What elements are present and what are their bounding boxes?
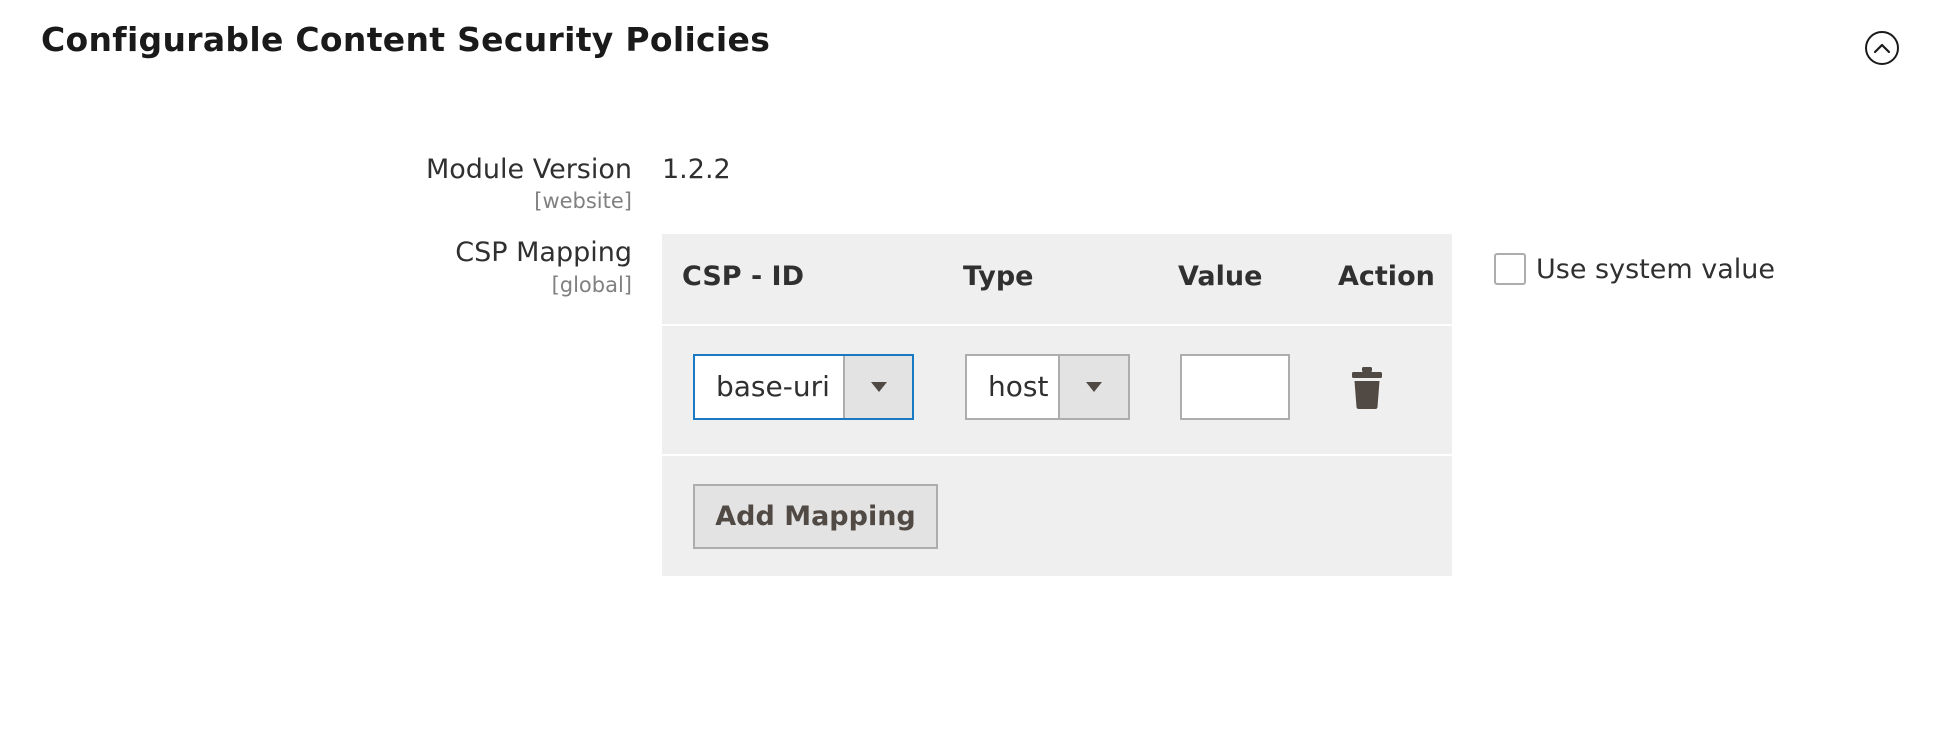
value-input[interactable]: [1180, 354, 1290, 420]
add-mapping-button[interactable]: Add Mapping: [693, 484, 938, 549]
use-system-value-checkbox[interactable]: [1494, 253, 1526, 285]
use-system-value-toggle[interactable]: Use system value: [1494, 253, 1775, 285]
use-system-value-label: Use system value: [1536, 253, 1775, 285]
grid-header-row: CSP - ID Type Value Action: [662, 234, 1452, 326]
csp-mapping-grid: CSP - ID Type Value Action base-uri host…: [662, 234, 1452, 576]
csp-mapping-label: CSP Mapping: [455, 237, 632, 268]
trash-icon[interactable]: [1351, 366, 1383, 410]
column-header-csp-id: CSP - ID: [682, 261, 805, 292]
type-select[interactable]: host: [965, 354, 1130, 420]
csp-mapping-scope: [global]: [551, 273, 632, 297]
csp-id-select-value: base-uri: [716, 370, 830, 403]
caret-down-icon: [1086, 382, 1102, 392]
module-version-label: Module Version: [425, 154, 632, 185]
column-header-type: Type: [963, 261, 1034, 292]
section-title: Configurable Content Security Policies: [41, 20, 771, 59]
type-select-toggle[interactable]: [1058, 356, 1128, 418]
module-version-value: 1.2.2: [662, 154, 731, 185]
csp-id-select-toggle[interactable]: [843, 356, 912, 418]
column-header-value: Value: [1178, 261, 1263, 292]
chevron-up-icon: [1873, 43, 1891, 54]
csp-id-select[interactable]: base-uri: [693, 354, 914, 420]
type-select-value: host: [988, 370, 1049, 403]
collapse-section-button[interactable]: [1865, 31, 1899, 65]
column-header-action: Action: [1338, 261, 1435, 292]
caret-down-icon: [870, 382, 887, 392]
module-version-scope: [website]: [534, 189, 632, 213]
config-section: Configurable Content Security Policies M…: [0, 0, 1934, 754]
